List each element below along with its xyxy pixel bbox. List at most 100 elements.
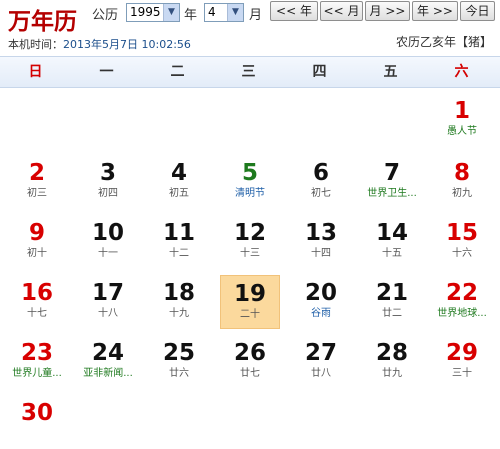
year-select-value: 1995 xyxy=(130,5,161,19)
day-number: 19 xyxy=(233,281,266,307)
day-cell[interactable]: 28 廿九 xyxy=(362,335,422,389)
lunar-day-label: 廿六 xyxy=(169,368,189,379)
lunar-day-label: 世界儿童... xyxy=(12,368,62,379)
lunar-day-label: 初九 xyxy=(452,188,472,199)
day-cell[interactable]: 24 亚非新闻... xyxy=(78,335,138,389)
day-cell[interactable]: 15 十六 xyxy=(432,215,492,269)
day-number: 26 xyxy=(233,340,266,366)
weekday-mon: 一 xyxy=(99,64,114,80)
lunar-day-label: 十一 xyxy=(98,248,118,259)
day-cell[interactable]: 6 初七 xyxy=(291,155,351,209)
day-number: 13 xyxy=(304,220,337,246)
weekday-thu: 四 xyxy=(312,64,327,80)
day-number: 15 xyxy=(445,220,478,246)
chevron-down-icon: ▼ xyxy=(227,4,243,21)
day-number: 30 xyxy=(20,400,53,426)
day-number: 14 xyxy=(375,220,408,246)
lunar-day-label: 三十 xyxy=(452,368,472,379)
today-button[interactable]: 今日 xyxy=(460,1,495,21)
lunar-day-label: 十七 xyxy=(27,308,47,319)
toolbar: 万年历 公历 1995 ▼ 年 4 ▼ 月 << 年 << 月 月 >> 年 >… xyxy=(0,0,500,60)
day-cell[interactable]: 11 十二 xyxy=(149,215,209,269)
lunar-day-label: 廿九 xyxy=(382,368,402,379)
day-cell[interactable]: 2 初三 xyxy=(7,155,67,209)
lunar-day-label: 世界卫生... xyxy=(367,188,417,199)
lunar-day-label: 愚人节 xyxy=(447,126,477,137)
day-number: 4 xyxy=(170,160,187,186)
weekday-wed: 三 xyxy=(241,64,256,80)
weekday-sat: 六 xyxy=(454,64,469,80)
day-cell[interactable]: 25 廿六 xyxy=(149,335,209,389)
day-number: 28 xyxy=(375,340,408,366)
day-number: 17 xyxy=(91,280,124,306)
lunar-day-label: 世界地球... xyxy=(437,308,487,319)
day-number: 21 xyxy=(375,280,408,306)
day-cell[interactable]: 21 廿二 xyxy=(362,275,422,329)
day-number: 25 xyxy=(162,340,195,366)
chevron-down-icon: ▼ xyxy=(163,4,179,21)
day-cell-today[interactable]: 19 二十 xyxy=(220,275,280,329)
day-cell[interactable]: 22 世界地球... xyxy=(432,275,492,329)
day-cell[interactable]: 17 十八 xyxy=(78,275,138,329)
day-number: 9 xyxy=(28,220,45,246)
day-number: 10 xyxy=(91,220,124,246)
lunar-day-label: 十三 xyxy=(240,248,260,259)
day-cell[interactable]: 5 清明节 xyxy=(220,155,280,209)
day-cell[interactable]: 4 初五 xyxy=(149,155,209,209)
day-cell[interactable]: 20 谷雨 xyxy=(291,275,351,329)
day-cell[interactable]: 1 愚人节 xyxy=(432,93,492,147)
day-cell[interactable]: 23 世界儿童... xyxy=(7,335,67,389)
lunar-day-label: 十六 xyxy=(452,248,472,259)
lunar-day-label: 二十 xyxy=(240,309,260,320)
weekday-header: 日 一 二 三 四 五 六 xyxy=(0,56,500,88)
lunar-day-label: 十四 xyxy=(311,248,331,259)
day-cell[interactable]: 30 xyxy=(7,395,67,449)
calendar-type-label: 公历 xyxy=(92,8,119,23)
day-number: 3 xyxy=(99,160,116,186)
day-number: 8 xyxy=(453,160,470,186)
lunar-year-info: 农历乙亥年【猪】 xyxy=(395,35,492,49)
year-select[interactable]: 1995 ▼ xyxy=(126,3,180,22)
day-number: 12 xyxy=(233,220,266,246)
next-year-button[interactable]: 年 >> xyxy=(412,1,458,21)
weekday-tue: 二 xyxy=(170,64,185,80)
day-cell[interactable]: 12 十三 xyxy=(220,215,280,269)
day-cell[interactable]: 27 廿八 xyxy=(291,335,351,389)
day-number: 1 xyxy=(453,98,470,124)
lunar-day-label: 清明节 xyxy=(235,188,265,199)
day-number: 20 xyxy=(304,280,337,306)
day-cell[interactable]: 29 三十 xyxy=(432,335,492,389)
day-cell[interactable]: 9 初十 xyxy=(7,215,67,269)
lunar-day-label: 十九 xyxy=(169,308,189,319)
day-number: 22 xyxy=(445,280,478,306)
lunar-day-label: 廿二 xyxy=(382,308,402,319)
month-unit-label: 月 xyxy=(249,8,263,23)
lunar-day-label: 廿八 xyxy=(311,368,331,379)
day-number: 2 xyxy=(28,160,45,186)
day-cell[interactable]: 14 十五 xyxy=(362,215,422,269)
lunar-day-label: 初四 xyxy=(98,188,118,199)
prev-month-button[interactable]: << 月 xyxy=(320,1,363,21)
next-month-button[interactable]: 月 >> xyxy=(365,1,410,21)
day-cell[interactable]: 7 世界卫生... xyxy=(362,155,422,209)
month-select[interactable]: 4 ▼ xyxy=(204,3,244,22)
lunar-day-label: 廿七 xyxy=(240,368,260,379)
lunar-day-label: 初三 xyxy=(27,188,47,199)
weekday-fri: 五 xyxy=(383,64,398,80)
day-cell[interactable]: 26 廿七 xyxy=(220,335,280,389)
day-cell[interactable]: 13 十四 xyxy=(291,215,351,269)
day-number: 23 xyxy=(20,340,53,366)
lunar-day-label: 谷雨 xyxy=(311,308,331,319)
app-title: 万年历 xyxy=(8,8,77,35)
day-number: 24 xyxy=(91,340,124,366)
local-time: 本机时间：2013年5月7日 10:02:56 xyxy=(8,36,191,52)
day-number: 7 xyxy=(383,160,400,186)
day-cell[interactable]: 8 初九 xyxy=(432,155,492,209)
day-cell[interactable]: 16 十七 xyxy=(7,275,67,329)
month-select-value: 4 xyxy=(208,5,216,19)
day-number: 11 xyxy=(162,220,195,246)
day-cell[interactable]: 18 十九 xyxy=(149,275,209,329)
day-cell[interactable]: 3 初四 xyxy=(78,155,138,209)
day-cell[interactable]: 10 十一 xyxy=(78,215,138,269)
prev-year-button[interactable]: << 年 xyxy=(270,1,318,21)
